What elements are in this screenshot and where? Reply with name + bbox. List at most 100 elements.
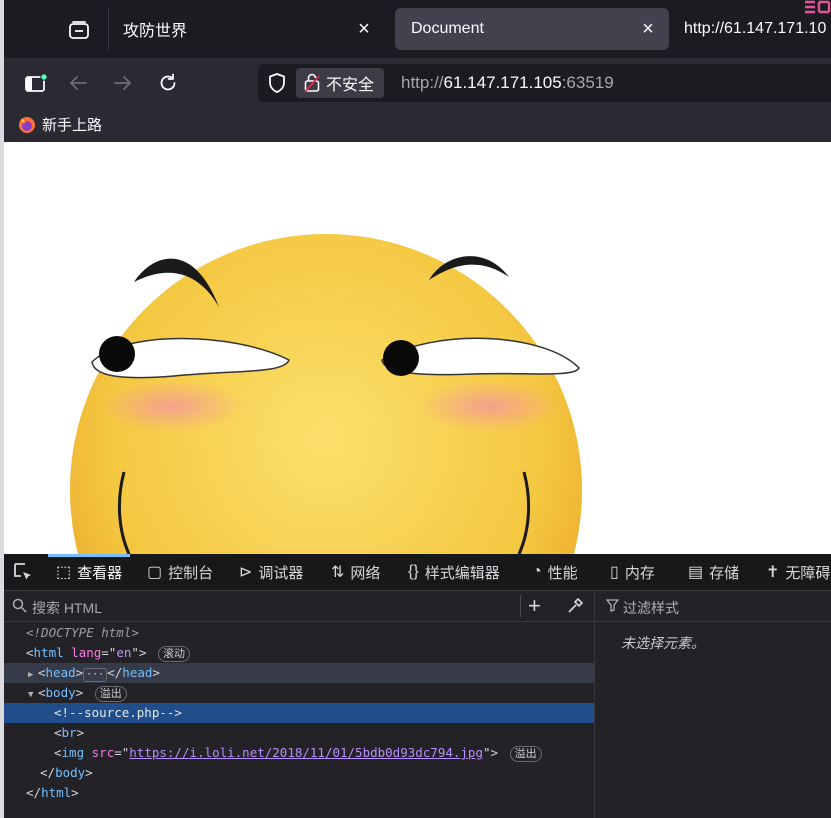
tree-row-comment[interactable]: <!--source.php-->	[4, 703, 594, 723]
tree-row-br[interactable]: <br>	[4, 723, 594, 743]
filter-styles-input[interactable]: 过滤样式	[623, 598, 679, 618]
back-button[interactable]	[62, 67, 94, 99]
tab-style-editor[interactable]: {} 样式编辑器	[408, 554, 500, 590]
tab-label: 查看器	[77, 564, 123, 582]
performance-icon: ◔	[532, 563, 542, 580]
overflow-badge[interactable]: 溢出	[94, 686, 127, 702]
tag-name: body	[55, 765, 86, 780]
page-viewport	[4, 142, 831, 554]
bookmarks-toolbar: 新手上路	[4, 108, 831, 142]
tab-label: 网络	[350, 564, 381, 582]
tab-console[interactable]: ▢ 控制台	[147, 554, 213, 590]
bookmark-label: 新手上路	[42, 117, 103, 134]
tracking-protection-icon[interactable]	[266, 72, 288, 94]
debugger-icon: ⊳	[239, 564, 253, 581]
tag-name: br	[61, 725, 77, 740]
tree-row-body-close[interactable]: </body>	[4, 763, 594, 783]
scroll-badge[interactable]: 滚动	[158, 646, 190, 662]
collapse-arrow-icon[interactable]: ▼	[28, 685, 38, 705]
tree-row-img[interactable]: <img src="https://i.loli.net/2018/11/01/…	[4, 743, 594, 763]
bookmark-getting-started[interactable]: 新手上路	[18, 114, 102, 135]
overflow-badge[interactable]: 溢出	[509, 746, 542, 762]
tab-label: 攻防世界	[123, 23, 188, 40]
memory-icon: ▯	[610, 564, 619, 581]
sidebar-icon	[25, 73, 47, 92]
search-html-input[interactable]: 搜索 HTML	[32, 598, 102, 618]
tag-name: html	[41, 785, 72, 800]
tag-name: body	[45, 685, 76, 700]
close-icon[interactable]: ×	[353, 18, 375, 40]
tag-name: head	[122, 665, 153, 680]
tab-overview-icon	[69, 21, 89, 39]
url-bar[interactable]: 不安全 http://61.147.171.105:63519	[258, 64, 831, 102]
tab-document[interactable]: Document ×	[395, 8, 669, 50]
filter-icon	[606, 599, 619, 612]
tab-label: 控制台	[168, 564, 214, 582]
tree-row-html[interactable]: <html lang="en"> 滚动	[4, 643, 594, 663]
tab-strip: 攻防世界 × Document × http://61.147.171.10	[4, 0, 831, 58]
markup-view: 搜索 HTML + <!DOCTYPE html> <html lang="en…	[4, 591, 595, 818]
tab-label: 无障碍	[785, 564, 831, 582]
firefox-logo-icon	[19, 116, 35, 133]
tab-label: 样式编辑器	[424, 564, 500, 582]
close-icon[interactable]: ×	[637, 18, 659, 40]
tag-name: head	[45, 665, 76, 680]
divider	[520, 595, 521, 617]
reload-button[interactable]	[152, 67, 184, 99]
reload-icon	[160, 73, 176, 91]
smirk-emoji-image[interactable]	[4, 142, 831, 554]
tab-accessibility[interactable]: ✝ 无障碍	[766, 554, 830, 590]
tab-url[interactable]: http://61.147.171.10	[676, 8, 831, 50]
sidebar-button[interactable]	[20, 67, 52, 99]
url-scheme: http://	[401, 73, 444, 92]
network-icon: ⇅	[331, 564, 345, 581]
element-picker-icon[interactable]	[12, 561, 34, 583]
attr-value: en	[116, 645, 132, 660]
sharing-indicator-icon	[805, 0, 831, 14]
tab-storage[interactable]: ▤ 存储	[688, 554, 739, 590]
tab-label: http://61.147.171.10	[684, 20, 827, 37]
tree-row-doctype[interactable]: <!DOCTYPE html>	[4, 623, 594, 643]
doctype-node: <!DOCTYPE html>	[26, 625, 139, 640]
style-editor-icon: {}	[408, 563, 419, 580]
accessibility-icon: ✝	[766, 564, 780, 581]
collapsed-ellipsis-icon[interactable]: ···	[83, 668, 108, 682]
search-html-bar: 搜索 HTML +	[4, 591, 594, 622]
forward-button[interactable]	[107, 67, 139, 99]
img-src-link[interactable]: https://i.loli.net/2018/11/01/5bdb0d93dc…	[129, 745, 483, 760]
tab-label: Document	[411, 20, 484, 37]
tree-row-html-close[interactable]: </html>	[4, 783, 594, 803]
tab-label: 存储	[709, 564, 740, 582]
tree-row-head[interactable]: ▶ <head> ··· </head>	[4, 663, 594, 683]
tab-performance[interactable]: ◔ 性能	[532, 554, 578, 590]
expand-arrow-icon[interactable]: ▶	[28, 665, 38, 685]
add-node-icon[interactable]: +	[528, 593, 541, 619]
url-text[interactable]: http://61.147.171.105:63519	[401, 73, 614, 93]
security-label: 不安全	[326, 77, 375, 94]
console-icon: ▢	[147, 564, 163, 581]
inspector-icon: ⬚	[56, 564, 72, 581]
attr-name: src	[91, 745, 115, 760]
search-icon	[12, 598, 27, 613]
comment-node: <!--source.php-->	[54, 705, 182, 720]
filter-styles-bar: 过滤样式	[595, 591, 831, 622]
tree-row-body[interactable]: ▼ <body> 溢出	[4, 683, 594, 703]
url-port: :63519	[561, 73, 614, 92]
connection-insecure-button[interactable]: 不安全	[296, 68, 385, 98]
tab-overview-button[interactable]	[62, 14, 96, 46]
forward-arrow-icon	[114, 76, 132, 90]
no-element-selected-text: 未选择元素。	[621, 635, 705, 651]
eyedropper-icon[interactable]	[566, 597, 584, 615]
rules-view: 过滤样式 未选择元素。	[595, 591, 831, 818]
tab-memory[interactable]: ▯ 内存	[610, 554, 655, 590]
url-host: 61.147.171.105	[443, 73, 562, 92]
storage-icon: ▤	[688, 564, 704, 581]
insecure-lock-icon	[304, 73, 320, 93]
attr-name: lang	[71, 645, 102, 660]
markup-tree: <!DOCTYPE html> <html lang="en"> 滚动 ▶ <he…	[4, 623, 594, 803]
tab-inspector[interactable]: ⬚ 查看器	[47, 554, 131, 590]
tab-label: 调试器	[258, 564, 304, 582]
tab-network[interactable]: ⇅ 网络	[331, 554, 380, 590]
tab-gongfang[interactable]: 攻防世界 ×	[108, 8, 385, 50]
tab-debugger[interactable]: ⊳ 调试器	[239, 554, 303, 590]
